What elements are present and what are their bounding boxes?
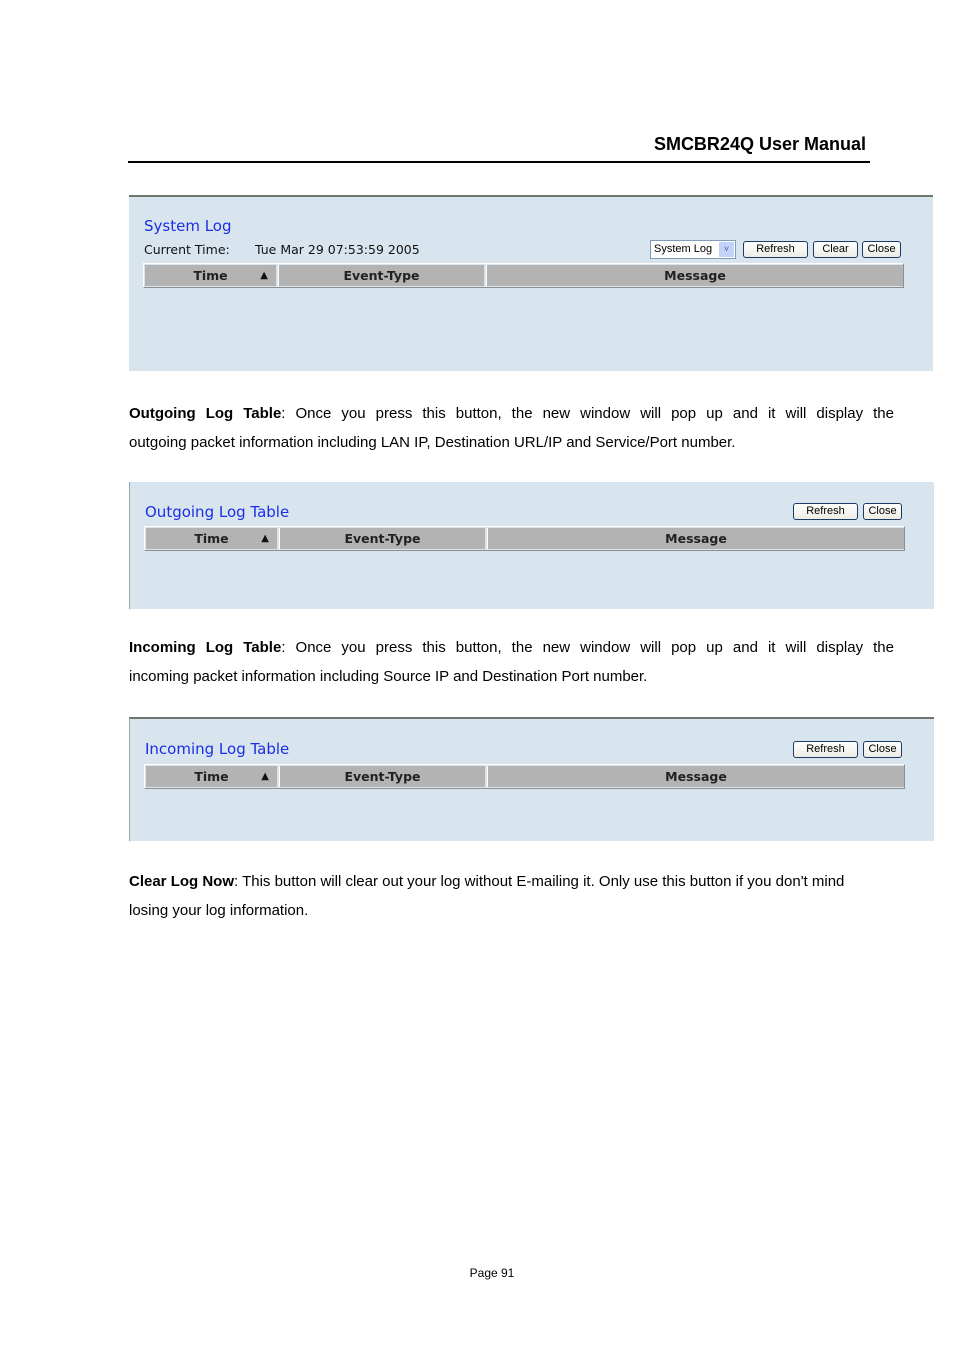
paragraph-line: Clear Log Now: This button will clear ou… (129, 867, 894, 896)
log-table-header: Time ▲ Event-Type Message (144, 764, 905, 789)
column-label: Message (665, 531, 727, 546)
current-time-value: Tue Mar 29 07:53:59 2005 (255, 242, 420, 257)
column-label: Event-Type (344, 531, 421, 546)
column-label: Event-Type (343, 268, 420, 283)
header-divider (128, 161, 870, 163)
description-text: incoming packet information including So… (129, 668, 648, 685)
page-number: Page 91 (469, 1266, 515, 1280)
description-text: : Once you press this button, the new wi… (281, 405, 894, 422)
log-table-header: Time ▲ Event-Type Message (144, 526, 905, 551)
column-header-time[interactable]: Time ▲ (145, 265, 276, 286)
column-header-message[interactable]: Message (486, 265, 903, 286)
column-header-time[interactable]: Time ▲ (146, 766, 277, 787)
refresh-button[interactable]: Refresh (793, 741, 858, 758)
document-header-title: SMCBR24Q User Manual (653, 134, 866, 154)
paragraph-line: Outgoing Log Table: Once you press this … (129, 399, 894, 428)
sort-ascending-icon[interactable]: ▲ (261, 528, 269, 550)
column-label: Message (665, 769, 727, 784)
description-text: losing your log information. (129, 902, 309, 919)
description-text: : Once you press this button, the new wi… (281, 639, 894, 656)
clear-log-description: Clear Log Now: This button will clear ou… (129, 867, 894, 925)
refresh-button[interactable]: Refresh (793, 503, 858, 520)
column-label: Time (194, 769, 229, 784)
clear-button[interactable]: Clear (813, 241, 858, 258)
log-table-header: Time ▲ Event-Type Message (143, 263, 904, 288)
refresh-button[interactable]: Refresh (743, 241, 808, 258)
sort-ascending-icon[interactable]: ▲ (260, 265, 268, 287)
panel-title: Incoming Log Table (145, 740, 290, 758)
incoming-log-panel: Incoming Log Table Refresh Close Time ▲ … (129, 717, 934, 841)
chevron-down-icon[interactable]: ˅ (719, 242, 734, 257)
sort-ascending-icon[interactable]: ▲ (261, 766, 269, 788)
column-header-time[interactable]: Time ▲ (146, 528, 277, 549)
column-header-event-type[interactable]: Event-Type (278, 265, 484, 286)
column-header-message[interactable]: Message (487, 766, 904, 787)
column-label: Time (193, 268, 228, 283)
description-text: outgoing packet information including LA… (129, 434, 736, 451)
close-button[interactable]: Close (863, 503, 902, 520)
log-type-select-value: System Log (654, 243, 713, 255)
close-button[interactable]: Close (862, 241, 901, 258)
system-log-panel: System Log Current Time: Tue Mar 29 07:5… (129, 195, 933, 371)
paragraph-line: Incoming Log Table: Once you press this … (129, 633, 894, 662)
column-label: Time (194, 531, 229, 546)
column-label: Event-Type (344, 769, 421, 784)
term: Outgoing Log Table (129, 405, 282, 422)
outgoing-log-description: Outgoing Log Table: Once you press this … (129, 399, 894, 457)
panel-title: System Log (144, 217, 232, 235)
close-button[interactable]: Close (863, 741, 902, 758)
term: Incoming Log Table (129, 639, 282, 656)
current-time-label: Current Time: (144, 242, 230, 257)
panel-title: Outgoing Log Table (145, 503, 290, 521)
column-header-message[interactable]: Message (487, 528, 904, 549)
column-header-event-type[interactable]: Event-Type (279, 528, 485, 549)
term: Clear Log Now (129, 873, 235, 890)
incoming-log-description: Incoming Log Table: Once you press this … (129, 633, 894, 691)
outgoing-log-panel: Outgoing Log Table Refresh Close Time ▲ … (129, 482, 934, 609)
log-type-select[interactable]: System Log ˅ (650, 240, 736, 259)
column-label: Message (664, 268, 726, 283)
column-header-event-type[interactable]: Event-Type (279, 766, 485, 787)
description-text: : This button will clear out your log wi… (234, 873, 845, 890)
